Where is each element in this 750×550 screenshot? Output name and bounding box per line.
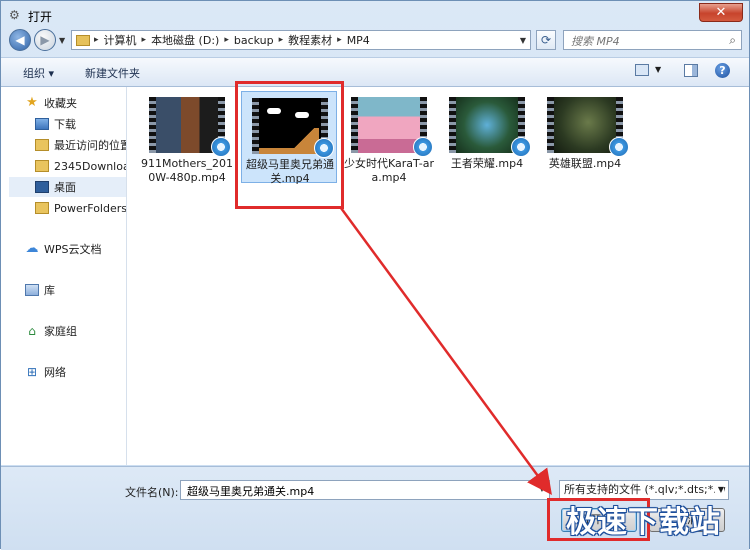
sidebar-item-label: PowerFolders [54,201,127,215]
sidebar-item-label: 家庭组 [44,325,77,338]
breadcrumb-computer[interactable]: 计算机 [99,32,142,48]
sidebar-item-2345downloads[interactable]: 2345Downloads [35,156,126,176]
breadcrumb-drive[interactable]: 本地磁盘 (D:) [146,32,224,48]
search-box[interactable]: ⌕ [563,30,742,50]
view-mode-dropdown-icon[interactable]: ▼ [655,65,661,74]
refresh-button[interactable]: ⟳ [536,30,556,50]
address-dropdown-icon[interactable]: ▼ [516,36,530,45]
star-icon: ★ [26,95,38,110]
filename-combobox[interactable]: ▼ [180,480,550,500]
sidebar-item-powerfolders[interactable]: PowerFolders [35,198,127,218]
close-button[interactable]: ✕ [699,3,743,22]
breadcrumb-mp4[interactable]: MP4 [342,34,375,47]
desktop-icon [35,181,49,193]
title-bar: ⚙ 打开 ✕ [1,1,749,29]
file-item[interactable]: 王者荣耀.mp4 [439,91,535,183]
sidebar-item-wps-cloud[interactable]: ☁ WPS云文档 [25,239,126,259]
file-item[interactable]: 少女时代KaraT-ara.mp4 [341,91,437,184]
help-icon[interactable]: ? [715,63,730,78]
toolbar: 组织 ▾ 新建文件夹 ▼ ? [1,57,749,87]
new-folder-button[interactable]: 新建文件夹 [85,65,140,81]
window-title: 打开 [28,10,53,24]
folder-icon [35,202,49,214]
download-folder-icon [35,118,49,130]
address-bar[interactable]: ▸ 计算机 ▸ 本地磁盘 (D:) ▸ backup ▸ 教程素材 ▸ MP4 … [71,30,531,50]
cloud-icon: ☁ [25,241,39,256]
folder-icon [35,160,49,172]
media-player-icon [609,137,629,157]
sidebar-item-favorites[interactable]: ★ 收藏夹 [25,93,126,113]
file-name: 英雄联盟.mp4 [548,157,622,170]
library-icon [25,284,39,296]
file-name: 少女时代KaraT-ara.mp4 [344,157,434,184]
sidebar-item-downloads[interactable]: 下载 [35,114,126,134]
media-player-icon [314,138,334,158]
back-button[interactable]: ◀ [9,29,31,51]
file-item[interactable]: 911Mothers_2010W-480p.mp4 [139,91,235,184]
open-file-dialog: ⚙ 打开 ✕ ◀ ▶ ▼ ▸ 计算机 ▸ 本地磁盘 (D:) ▸ backup … [0,0,750,550]
recent-pages-dropdown[interactable]: ▼ [59,36,65,45]
sidebar-item-label: 桌面 [54,181,76,194]
sidebar-item-label: 库 [44,284,55,297]
breadcrumb-materials[interactable]: 教程素材 [283,32,337,48]
view-mode-icon[interactable] [635,64,649,76]
search-icon[interactable]: ⌕ [729,33,736,48]
media-player-icon [211,137,231,157]
file-name: 王者荣耀.mp4 [450,157,524,170]
homegroup-icon: ⌂ [28,324,36,338]
sidebar-item-desktop[interactable]: 桌面 [9,177,126,197]
network-icon: ⊞ [26,365,38,379]
sidebar-item-recent-places[interactable]: 最近访问的位置 [35,135,127,155]
sidebar-item-label: WPS云文档 [44,243,102,256]
app-icon: ⚙ [9,8,20,22]
preview-pane-icon[interactable] [684,64,698,77]
media-player-icon [511,137,531,157]
sidebar-item-label: 网络 [44,366,66,379]
search-input[interactable] [569,32,723,50]
sidebar-item-homegroup[interactable]: ⌂ 家庭组 [25,321,126,341]
recent-places-icon [35,139,49,151]
navigation-pane: ★ 收藏夹 下载 最近访问的位置 2345Downloads 桌面 PowerF… [1,87,127,465]
sidebar-item-label: 2345Downloads [54,159,126,173]
folder-icon [76,34,90,46]
sidebar-item-network[interactable]: ⊞ 网络 [25,362,126,382]
navigation-row: ◀ ▶ ▼ ▸ 计算机 ▸ 本地磁盘 (D:) ▸ backup ▸ 教程素材 … [1,29,749,55]
file-name: 超级马里奥兄弟通关.mp4 [246,158,334,185]
filename-input[interactable] [185,482,529,500]
sidebar-item-libraries[interactable]: 库 [25,280,126,300]
sidebar-item-label: 下载 [54,118,76,131]
file-item[interactable]: 英雄联盟.mp4 [537,91,633,183]
file-name: 911Mothers_2010W-480p.mp4 [140,157,234,184]
file-type-value: 所有支持的文件 (*.qlv;*.dts;*.w [564,483,726,496]
media-player-icon [413,137,433,157]
file-list: 911Mothers_2010W-480p.mp4 超级马里奥兄弟通关.mp4 [127,87,749,465]
file-item-selected[interactable]: 超级马里奥兄弟通关.mp4 [241,91,337,185]
breadcrumb-backup[interactable]: backup [229,34,279,47]
site-watermark: 极速下载站 [566,505,721,540]
forward-button[interactable]: ▶ [34,29,56,51]
chevron-down-icon[interactable]: ▼ [539,484,545,493]
organize-menu[interactable]: 组织 ▾ [23,65,54,81]
sidebar-item-label: 收藏夹 [44,97,77,110]
filename-label: 文件名(N): [125,486,179,499]
sidebar-item-label: 最近访问的位置 [54,139,127,152]
